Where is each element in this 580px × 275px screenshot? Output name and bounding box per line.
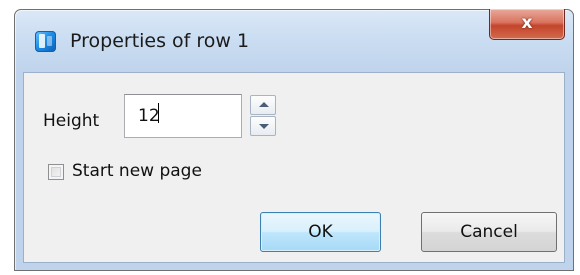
spin-up-button[interactable] <box>250 95 276 115</box>
text-caret <box>158 103 159 123</box>
height-label: Height <box>43 111 100 131</box>
app-icon <box>35 31 56 52</box>
dialog-title: Properties of row 1 <box>70 30 250 52</box>
height-input[interactable] <box>124 94 242 138</box>
cancel-button[interactable]: Cancel <box>421 212 557 252</box>
close-button[interactable]: x <box>489 9 565 40</box>
start-new-page-checkbox[interactable] <box>48 164 64 180</box>
spin-down-button[interactable] <box>250 116 276 136</box>
properties-dialog: Properties of row 1 x Height Start new p… <box>14 9 574 271</box>
dialog-body: Height Start new page OK Cancel <box>23 72 565 263</box>
arrow-down-icon <box>259 124 269 129</box>
start-new-page-label[interactable]: Start new page <box>72 161 202 181</box>
ok-button[interactable]: OK <box>260 212 381 252</box>
height-spinner <box>250 95 276 137</box>
title-bar[interactable]: Properties of row 1 x <box>15 9 573 72</box>
arrow-up-icon <box>259 102 269 107</box>
close-icon: x <box>521 13 533 33</box>
